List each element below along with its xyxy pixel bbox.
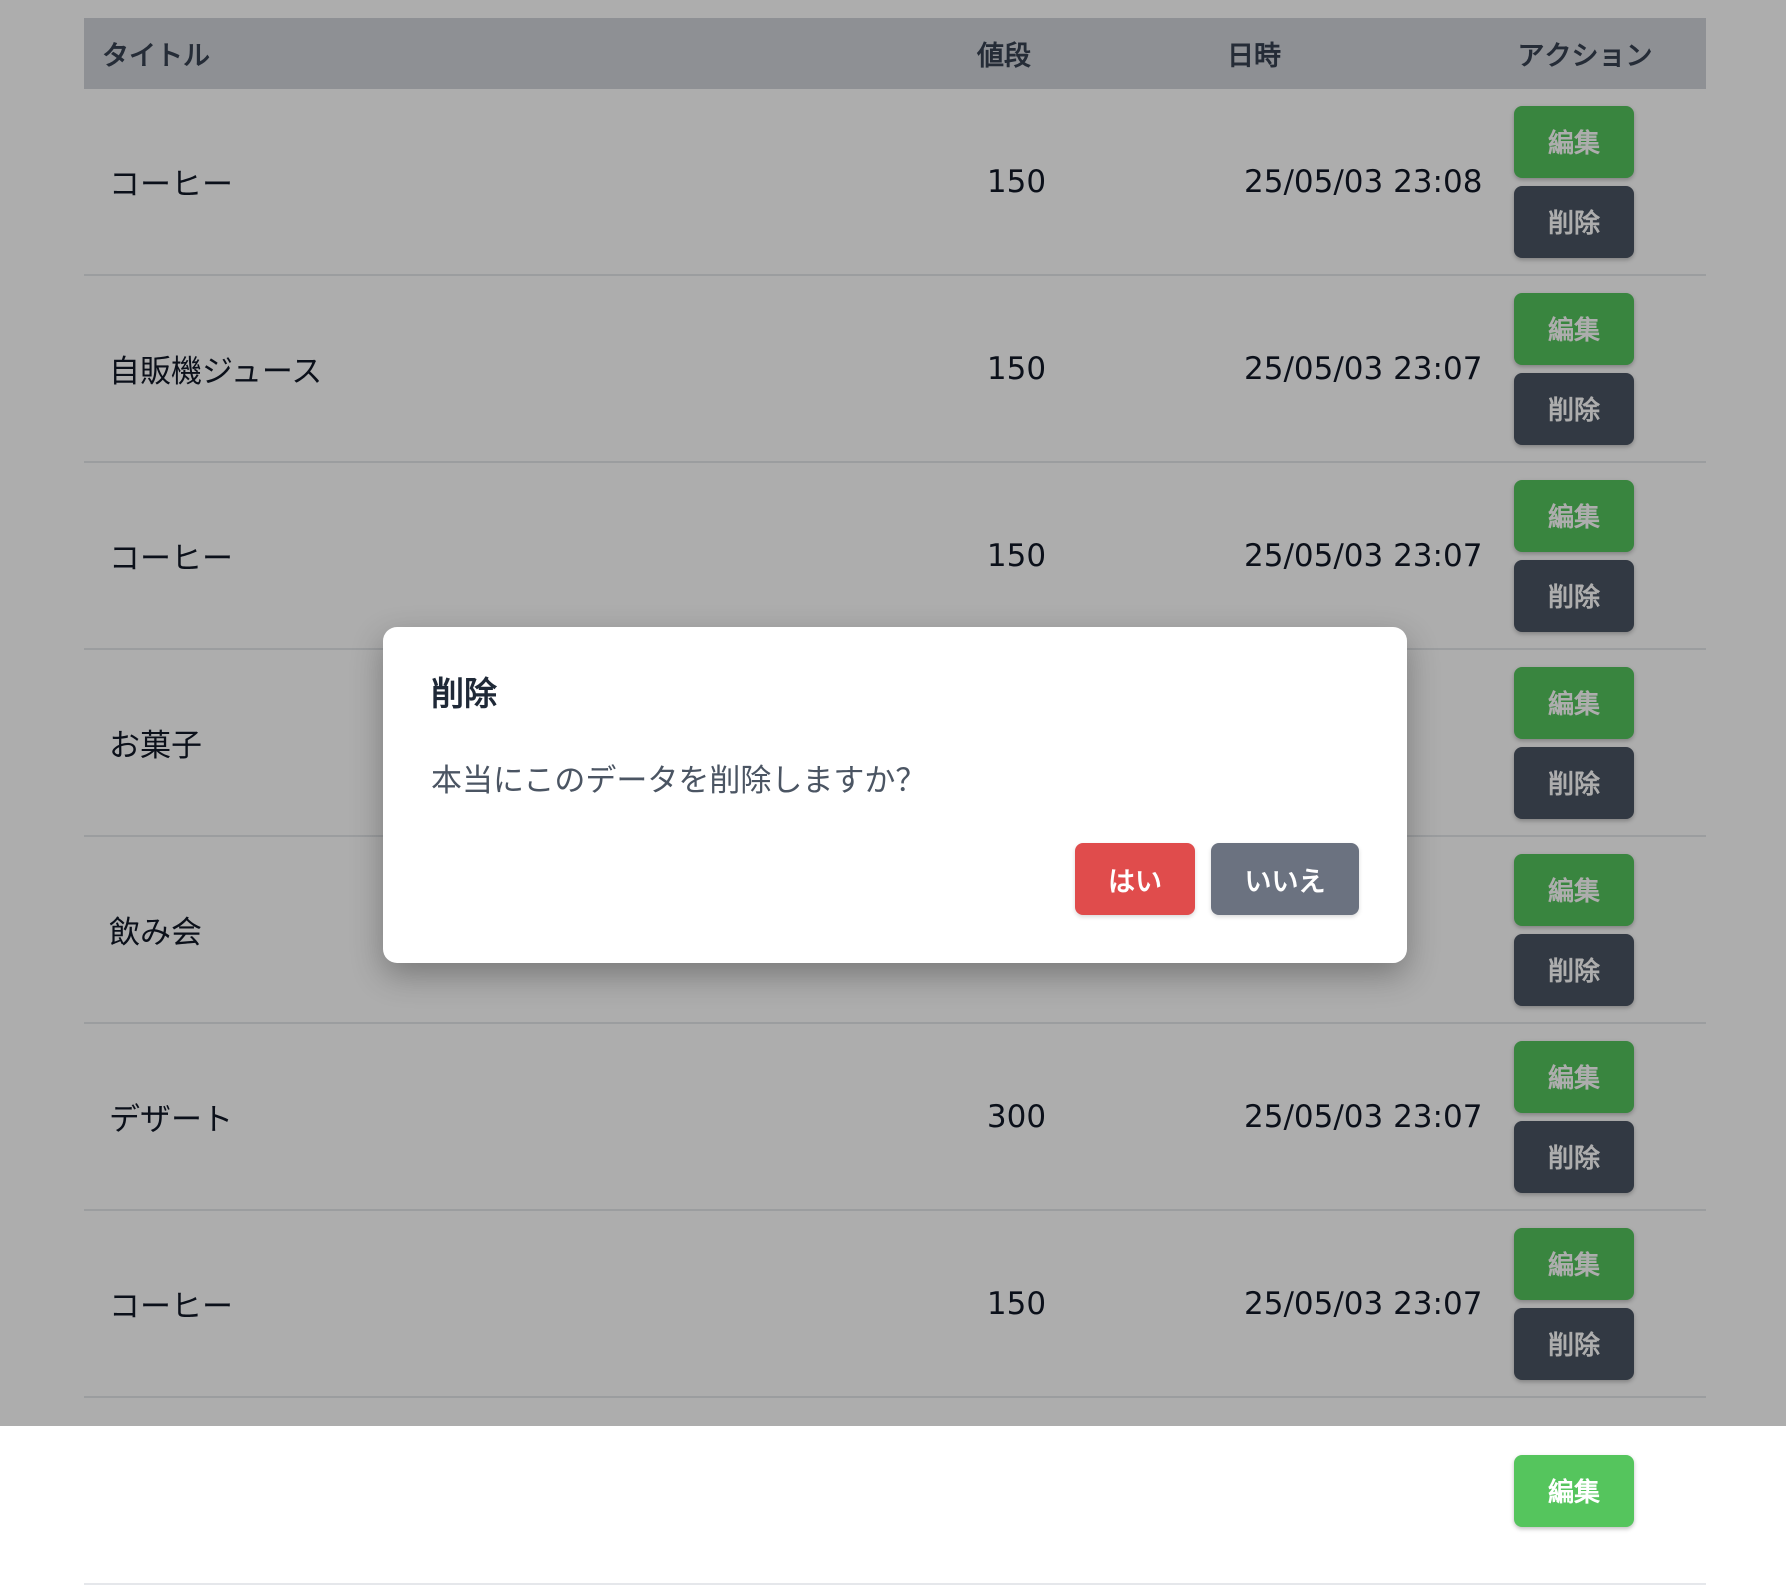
dialog-actions: はい いいえ (1075, 843, 1359, 915)
confirm-button[interactable]: はい (1075, 843, 1195, 915)
dialog-message: 本当にこのデータを削除しますか？ (431, 763, 927, 799)
cancel-button[interactable]: いいえ (1211, 843, 1359, 915)
delete-confirm-dialog: 削除 本当にこのデータを削除しますか？ はい いいえ (383, 627, 1407, 963)
table-row: 編集 (84, 1398, 1706, 1585)
cell-actions: 編集 (1394, 1454, 1706, 1527)
dialog-title: 削除 (431, 674, 497, 713)
edit-button[interactable]: 編集 (1514, 1454, 1634, 1527)
